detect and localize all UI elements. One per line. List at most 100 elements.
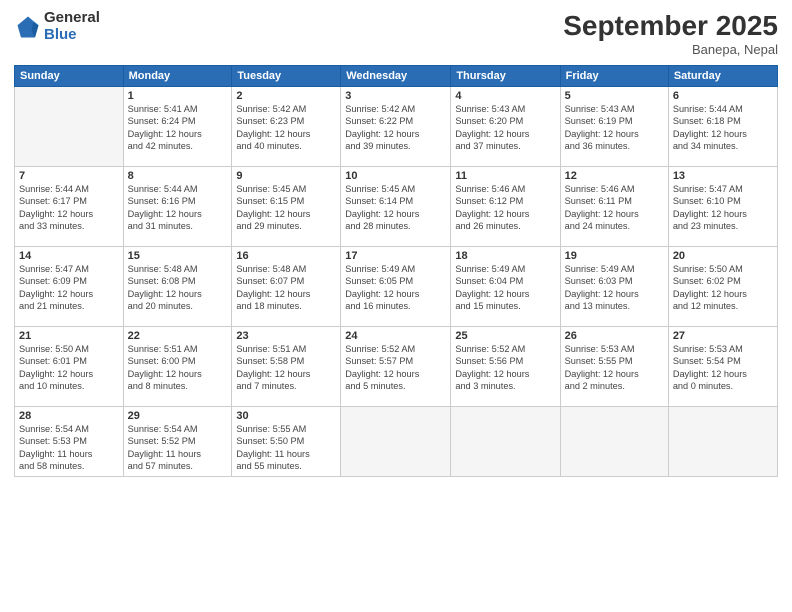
- day-info: Sunrise: 5:45 AM Sunset: 6:14 PM Dayligh…: [345, 183, 446, 233]
- day-number: 5: [565, 90, 664, 102]
- logo-icon: [14, 13, 42, 41]
- day-number: 20: [673, 250, 773, 262]
- title-block: September 2025 Banepa, Nepal: [563, 10, 778, 57]
- header: General Blue September 2025 Banepa, Nepa…: [14, 10, 778, 57]
- day-number: 23: [236, 330, 336, 342]
- location-subtitle: Banepa, Nepal: [563, 42, 778, 57]
- calendar-cell: 18Sunrise: 5:49 AM Sunset: 6:04 PM Dayli…: [451, 247, 560, 327]
- calendar-cell: 10Sunrise: 5:45 AM Sunset: 6:14 PM Dayli…: [341, 167, 451, 247]
- day-number: 7: [19, 170, 119, 182]
- calendar-cell: 24Sunrise: 5:52 AM Sunset: 5:57 PM Dayli…: [341, 327, 451, 407]
- day-number: 13: [673, 170, 773, 182]
- day-info: Sunrise: 5:43 AM Sunset: 6:20 PM Dayligh…: [455, 103, 555, 153]
- day-info: Sunrise: 5:42 AM Sunset: 6:22 PM Dayligh…: [345, 103, 446, 153]
- day-info: Sunrise: 5:43 AM Sunset: 6:19 PM Dayligh…: [565, 103, 664, 153]
- logo-blue: Blue: [44, 27, 100, 44]
- calendar-cell: 5Sunrise: 5:43 AM Sunset: 6:19 PM Daylig…: [560, 87, 668, 167]
- calendar-cell: 22Sunrise: 5:51 AM Sunset: 6:00 PM Dayli…: [123, 327, 232, 407]
- calendar-table: SundayMondayTuesdayWednesdayThursdayFrid…: [14, 65, 778, 477]
- calendar-cell: [560, 407, 668, 477]
- calendar-cell: [668, 407, 777, 477]
- calendar-cell: [451, 407, 560, 477]
- calendar-cell: 12Sunrise: 5:46 AM Sunset: 6:11 PM Dayli…: [560, 167, 668, 247]
- day-number: 6: [673, 90, 773, 102]
- day-number: 29: [128, 410, 228, 422]
- logo: General Blue: [14, 10, 100, 43]
- day-number: 4: [455, 90, 555, 102]
- day-info: Sunrise: 5:52 AM Sunset: 5:57 PM Dayligh…: [345, 343, 446, 393]
- day-info: Sunrise: 5:50 AM Sunset: 6:01 PM Dayligh…: [19, 343, 119, 393]
- page: General Blue September 2025 Banepa, Nepa…: [0, 0, 792, 612]
- calendar-cell: 7Sunrise: 5:44 AM Sunset: 6:17 PM Daylig…: [15, 167, 124, 247]
- day-info: Sunrise: 5:46 AM Sunset: 6:11 PM Dayligh…: [565, 183, 664, 233]
- day-number: 11: [455, 170, 555, 182]
- calendar-cell: 17Sunrise: 5:49 AM Sunset: 6:05 PM Dayli…: [341, 247, 451, 327]
- calendar-cell: [15, 87, 124, 167]
- day-info: Sunrise: 5:53 AM Sunset: 5:54 PM Dayligh…: [673, 343, 773, 393]
- day-info: Sunrise: 5:44 AM Sunset: 6:16 PM Dayligh…: [128, 183, 228, 233]
- day-number: 1: [128, 90, 228, 102]
- day-info: Sunrise: 5:44 AM Sunset: 6:17 PM Dayligh…: [19, 183, 119, 233]
- calendar-cell: 19Sunrise: 5:49 AM Sunset: 6:03 PM Dayli…: [560, 247, 668, 327]
- day-info: Sunrise: 5:52 AM Sunset: 5:56 PM Dayligh…: [455, 343, 555, 393]
- day-info: Sunrise: 5:49 AM Sunset: 6:05 PM Dayligh…: [345, 263, 446, 313]
- day-number: 3: [345, 90, 446, 102]
- day-info: Sunrise: 5:41 AM Sunset: 6:24 PM Dayligh…: [128, 103, 228, 153]
- day-number: 25: [455, 330, 555, 342]
- calendar-cell: 16Sunrise: 5:48 AM Sunset: 6:07 PM Dayli…: [232, 247, 341, 327]
- calendar-cell: 11Sunrise: 5:46 AM Sunset: 6:12 PM Dayli…: [451, 167, 560, 247]
- day-number: 16: [236, 250, 336, 262]
- day-info: Sunrise: 5:42 AM Sunset: 6:23 PM Dayligh…: [236, 103, 336, 153]
- day-number: 17: [345, 250, 446, 262]
- day-info: Sunrise: 5:51 AM Sunset: 5:58 PM Dayligh…: [236, 343, 336, 393]
- day-header-wednesday: Wednesday: [341, 66, 451, 87]
- day-header-monday: Monday: [123, 66, 232, 87]
- day-number: 30: [236, 410, 336, 422]
- week-row-0: 1Sunrise: 5:41 AM Sunset: 6:24 PM Daylig…: [15, 87, 778, 167]
- calendar-cell: 6Sunrise: 5:44 AM Sunset: 6:18 PM Daylig…: [668, 87, 777, 167]
- day-number: 24: [345, 330, 446, 342]
- day-info: Sunrise: 5:44 AM Sunset: 6:18 PM Dayligh…: [673, 103, 773, 153]
- calendar-cell: 8Sunrise: 5:44 AM Sunset: 6:16 PM Daylig…: [123, 167, 232, 247]
- day-header-thursday: Thursday: [451, 66, 560, 87]
- day-info: Sunrise: 5:54 AM Sunset: 5:52 PM Dayligh…: [128, 423, 228, 473]
- day-number: 12: [565, 170, 664, 182]
- day-number: 21: [19, 330, 119, 342]
- day-info: Sunrise: 5:53 AM Sunset: 5:55 PM Dayligh…: [565, 343, 664, 393]
- calendar-header-row: SundayMondayTuesdayWednesdayThursdayFrid…: [15, 66, 778, 87]
- calendar-cell: 1Sunrise: 5:41 AM Sunset: 6:24 PM Daylig…: [123, 87, 232, 167]
- day-header-friday: Friday: [560, 66, 668, 87]
- week-row-1: 7Sunrise: 5:44 AM Sunset: 6:17 PM Daylig…: [15, 167, 778, 247]
- calendar-cell: 27Sunrise: 5:53 AM Sunset: 5:54 PM Dayli…: [668, 327, 777, 407]
- day-info: Sunrise: 5:49 AM Sunset: 6:04 PM Dayligh…: [455, 263, 555, 313]
- calendar-cell: 28Sunrise: 5:54 AM Sunset: 5:53 PM Dayli…: [15, 407, 124, 477]
- day-info: Sunrise: 5:55 AM Sunset: 5:50 PM Dayligh…: [236, 423, 336, 473]
- calendar-cell: 15Sunrise: 5:48 AM Sunset: 6:08 PM Dayli…: [123, 247, 232, 327]
- week-row-4: 28Sunrise: 5:54 AM Sunset: 5:53 PM Dayli…: [15, 407, 778, 477]
- day-info: Sunrise: 5:46 AM Sunset: 6:12 PM Dayligh…: [455, 183, 555, 233]
- day-number: 9: [236, 170, 336, 182]
- calendar-cell: 13Sunrise: 5:47 AM Sunset: 6:10 PM Dayli…: [668, 167, 777, 247]
- day-number: 28: [19, 410, 119, 422]
- day-number: 15: [128, 250, 228, 262]
- week-row-3: 21Sunrise: 5:50 AM Sunset: 6:01 PM Dayli…: [15, 327, 778, 407]
- day-number: 10: [345, 170, 446, 182]
- day-info: Sunrise: 5:49 AM Sunset: 6:03 PM Dayligh…: [565, 263, 664, 313]
- day-number: 8: [128, 170, 228, 182]
- calendar-cell: 26Sunrise: 5:53 AM Sunset: 5:55 PM Dayli…: [560, 327, 668, 407]
- calendar-cell: 30Sunrise: 5:55 AM Sunset: 5:50 PM Dayli…: [232, 407, 341, 477]
- week-row-2: 14Sunrise: 5:47 AM Sunset: 6:09 PM Dayli…: [15, 247, 778, 327]
- calendar-cell: 21Sunrise: 5:50 AM Sunset: 6:01 PM Dayli…: [15, 327, 124, 407]
- day-info: Sunrise: 5:51 AM Sunset: 6:00 PM Dayligh…: [128, 343, 228, 393]
- calendar-cell: 9Sunrise: 5:45 AM Sunset: 6:15 PM Daylig…: [232, 167, 341, 247]
- day-info: Sunrise: 5:48 AM Sunset: 6:08 PM Dayligh…: [128, 263, 228, 313]
- day-number: 26: [565, 330, 664, 342]
- calendar-cell: 25Sunrise: 5:52 AM Sunset: 5:56 PM Dayli…: [451, 327, 560, 407]
- day-header-sunday: Sunday: [15, 66, 124, 87]
- day-info: Sunrise: 5:47 AM Sunset: 6:10 PM Dayligh…: [673, 183, 773, 233]
- day-info: Sunrise: 5:54 AM Sunset: 5:53 PM Dayligh…: [19, 423, 119, 473]
- day-info: Sunrise: 5:45 AM Sunset: 6:15 PM Dayligh…: [236, 183, 336, 233]
- calendar-cell: 4Sunrise: 5:43 AM Sunset: 6:20 PM Daylig…: [451, 87, 560, 167]
- day-header-tuesday: Tuesday: [232, 66, 341, 87]
- calendar-cell: [341, 407, 451, 477]
